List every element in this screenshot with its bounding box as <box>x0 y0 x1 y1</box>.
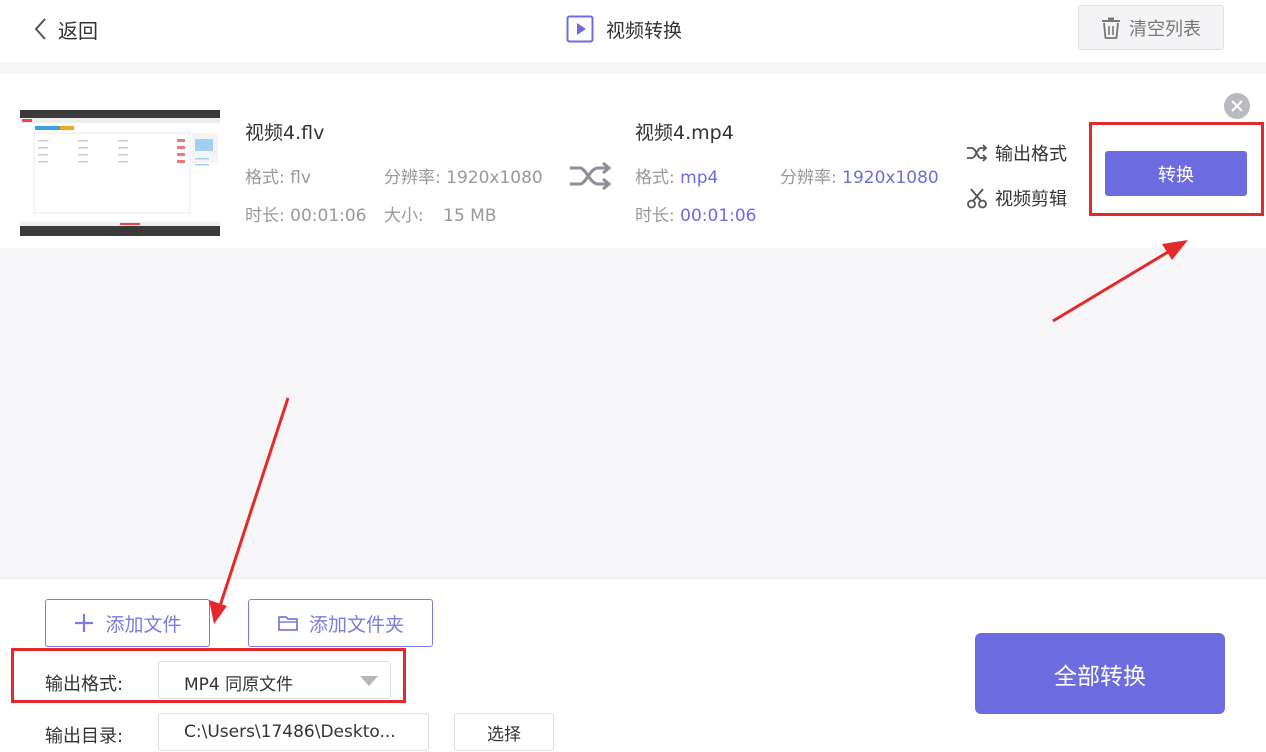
target-resolution-value: 1920x1080 <box>842 168 939 188</box>
clear-list-button[interactable]: 清空列表 <box>1078 5 1224 50</box>
source-duration-label: 时长: <box>245 206 285 226</box>
output-dir-field[interactable]: C:\Users\17486\Deskto... <box>158 713 429 751</box>
video-cut-option-label: 视频剪辑 <box>995 189 1067 210</box>
video-thumbnail <box>20 110 220 236</box>
source-resolution-label: 分辨率: <box>384 168 441 188</box>
thumbnail-screenshot-icon <box>20 118 220 226</box>
chevron-left-icon <box>34 18 46 40</box>
target-format-value: mp4 <box>680 168 719 188</box>
source-resolution: 分辨率: 1920x1080 <box>384 163 543 188</box>
choose-dir-button[interactable]: 选择 <box>454 713 554 751</box>
remove-file-icon[interactable] <box>1223 92 1251 120</box>
bottom-panel: 添加文件 添加文件夹 输出格式: MP4 同原文件 输出目录: C:\Users… <box>0 578 1266 752</box>
back-label: 返回 <box>58 18 98 43</box>
source-size-value: 15 MB <box>443 206 497 226</box>
add-folder-button[interactable]: 添加文件夹 <box>248 599 433 647</box>
page-title-group: 视频转换 <box>566 13 682 45</box>
source-duration: 时长: 00:01:06 <box>245 201 367 226</box>
target-file-name: 视频4.mp4 <box>635 122 734 144</box>
video-cut-option[interactable]: 视频剪辑 <box>966 185 1067 211</box>
source-format-value: flv <box>290 168 311 188</box>
file-list-area: 视频4.flv 格式: flv 分辨率: 1920x1080 时长: 00:01… <box>0 62 1266 578</box>
target-resolution-label: 分辨率: <box>780 168 837 188</box>
target-resolution: 分辨率: 1920x1080 <box>780 163 939 188</box>
add-file-label: 添加文件 <box>105 613 182 636</box>
output-dir-label: 输出目录: <box>45 726 124 747</box>
thumbnail-screen <box>20 118 220 226</box>
back-button[interactable]: 返回 <box>32 14 98 44</box>
source-format-label: 格式: <box>245 168 285 188</box>
source-size-label: 大小: <box>384 206 424 226</box>
shuffle-icon <box>967 144 988 162</box>
dropdown-caret-icon <box>360 676 378 686</box>
video-play-icon <box>566 15 594 43</box>
page-title: 视频转换 <box>606 19 683 42</box>
source-file-name: 视频4.flv <box>245 122 325 144</box>
output-format-option-label: 输出格式 <box>995 144 1067 165</box>
output-format-value: MP4 同原文件 <box>184 675 294 695</box>
target-duration-value: 00:01:06 <box>680 206 757 226</box>
convert-arrows-icon <box>570 161 612 191</box>
clear-list-label: 清空列表 <box>1129 18 1201 40</box>
file-row: 视频4.flv 格式: flv 分辨率: 1920x1080 时长: 00:01… <box>0 74 1266 248</box>
output-format-option[interactable]: 输出格式 <box>966 140 1067 166</box>
add-folder-label: 添加文件夹 <box>308 613 404 636</box>
source-format: 格式: flv <box>245 163 311 188</box>
target-format: 格式: mp4 <box>635 163 718 188</box>
convert-all-button[interactable]: 全部转换 <box>975 633 1225 714</box>
plus-icon <box>75 614 94 632</box>
source-size: 大小: 15 MB <box>384 201 497 226</box>
target-format-label: 格式: <box>635 168 675 188</box>
target-duration: 时长: 00:01:06 <box>635 201 757 226</box>
add-file-button[interactable]: 添加文件 <box>45 599 210 647</box>
folder-icon <box>278 616 298 631</box>
source-resolution-value: 1920x1080 <box>446 168 543 188</box>
trash-icon <box>1102 17 1120 39</box>
header: 返回 视频转换 清空列表 <box>0 0 1266 62</box>
source-duration-value: 00:01:06 <box>290 206 367 226</box>
convert-button[interactable]: 转换 <box>1105 151 1247 196</box>
output-format-label: 输出格式: <box>45 674 124 695</box>
output-format-select[interactable]: MP4 同原文件 <box>158 661 391 699</box>
scissors-icon <box>967 188 987 209</box>
video-converter-window: 返回 视频转换 清空列表 视频4.flv 格式: flv 分辨率: 1920x1… <box>0 0 1266 752</box>
target-duration-label: 时长: <box>635 206 675 226</box>
